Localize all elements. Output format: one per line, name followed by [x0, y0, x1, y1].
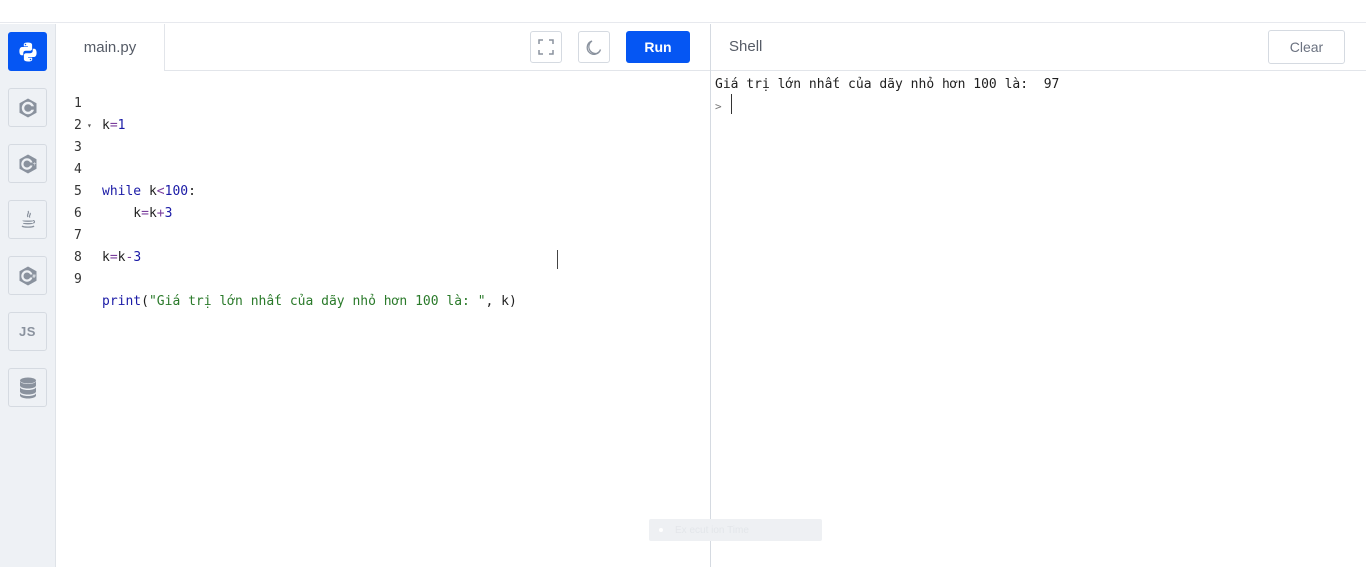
fullscreen-button[interactable] [530, 31, 562, 63]
sidebar-item-cpp[interactable]: + [8, 144, 47, 183]
theme-toggle-button[interactable] [578, 31, 610, 63]
toast-dot-icon [659, 528, 663, 532]
code-line: 3 ▾ while k<100: [56, 115, 710, 199]
line-number: 9 [74, 272, 82, 287]
python-icon [18, 42, 37, 61]
sidebar-item-java[interactable] [8, 200, 47, 239]
moon-icon [586, 40, 602, 55]
shell-panel: Shell Clear Giá trị lớn nhất của dãy nhỏ… [711, 24, 1366, 567]
c-icon [19, 98, 36, 117]
sidebar-item-c[interactable] [8, 88, 47, 127]
shell-output: Giá trị lớn nhất của dãy nhỏ hơn 100 là:… [715, 77, 1060, 92]
code-text: print("Giá trị lớn nhất của dãy nhỏ hơn … [102, 294, 517, 309]
java-icon [21, 210, 35, 228]
code-line: 5 k=k+3 [56, 159, 710, 221]
fullscreen-icon [538, 39, 554, 55]
editor-header: main.py Run [56, 24, 710, 72]
run-button[interactable]: Run [626, 31, 690, 63]
code-area[interactable]: 1 k=1 2 3 ▾ while k<100: 4 5 k=k+3 6 7 k… [56, 71, 710, 567]
language-sidebar: + # JS [0, 24, 56, 567]
code-line: 1 k=1 [56, 71, 710, 133]
toast-text: Ex ecut ion Time [675, 524, 749, 536]
sidebar-item-python[interactable] [8, 32, 47, 71]
tab-main-py[interactable]: main.py [56, 24, 165, 72]
text-cursor [557, 250, 558, 269]
code-editor-panel: main.py Run 1 k=1 2 3 ▾ while k<100: 4 5… [56, 24, 710, 567]
sidebar-item-csharp[interactable]: # [8, 256, 47, 295]
code-line: 8 [56, 225, 710, 265]
svg-text:#: # [32, 273, 36, 279]
database-icon [19, 377, 36, 398]
cpp-icon: + [19, 154, 36, 173]
online-compiler-app: + # JS main.py Run 1 k=1 2 3 ▾ while k<1… [0, 0, 1366, 567]
js-icon: JS [19, 324, 36, 339]
code-line: 6 [56, 181, 710, 221]
shell-header: Shell Clear [711, 24, 1366, 71]
top-bar [0, 0, 1366, 23]
shell-title: Shell [729, 38, 763, 55]
shell-input-cursor[interactable] [731, 94, 732, 114]
sidebar-item-sql[interactable] [8, 368, 47, 407]
svg-text:+: + [32, 161, 36, 167]
csharp-icon: # [19, 266, 36, 285]
sidebar-item-javascript[interactable]: JS [8, 312, 47, 351]
shell-prompt: > [715, 100, 722, 113]
code-line: 9 print("Giá trị lớn nhất của dãy nhỏ hơ… [56, 247, 710, 309]
clear-button[interactable]: Clear [1268, 30, 1345, 64]
code-line: 4 [56, 137, 710, 177]
code-line: 7 k=k-3 [56, 203, 710, 265]
code-line: 2 [56, 93, 710, 133]
execution-time-toast: Ex ecut ion Time [649, 519, 822, 541]
fold-toggle-icon[interactable]: ▾ [87, 115, 92, 137]
